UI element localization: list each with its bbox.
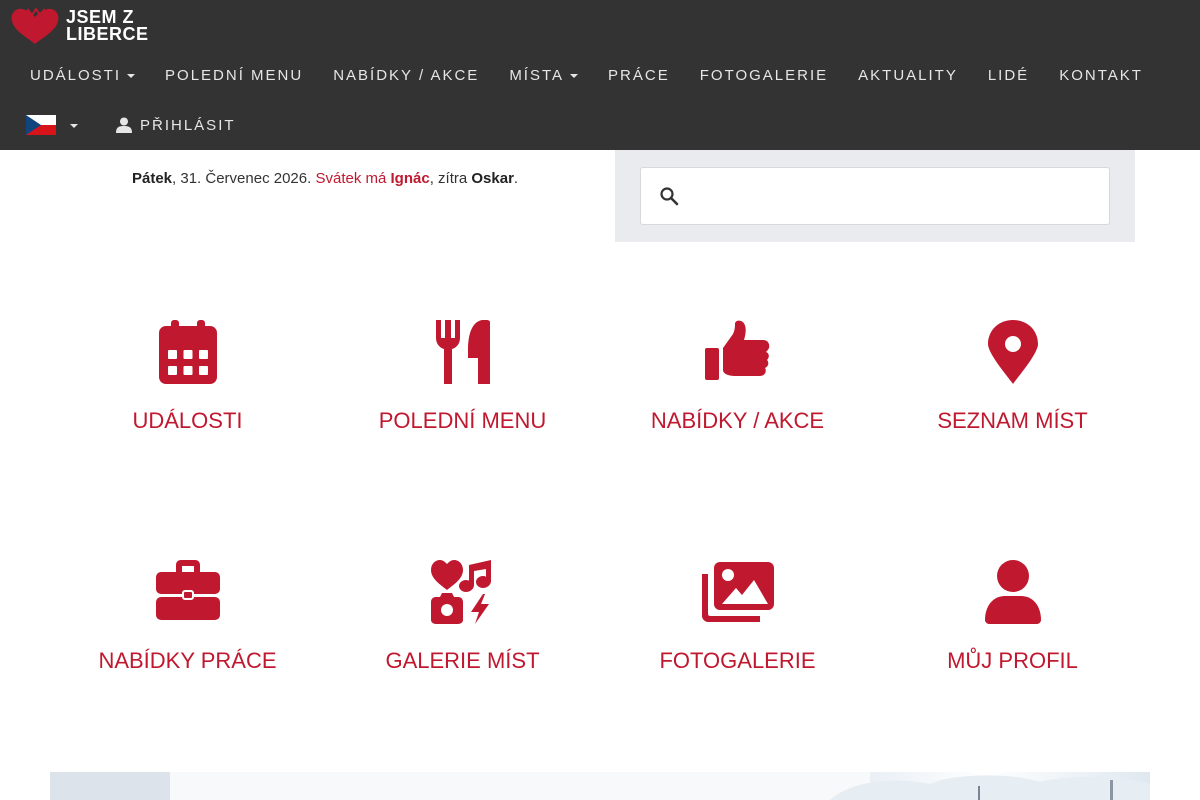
- nameday-prefix: Svátek má: [315, 170, 391, 187]
- thumbs-up-icon: [704, 320, 769, 380]
- nav-item-kontakt[interactable]: KONTAKT: [1044, 67, 1158, 84]
- day-name: Pátek: [132, 170, 173, 187]
- caret-down-icon: [70, 124, 78, 128]
- tile-label: UDÁLOSTI: [132, 408, 243, 433]
- tile-label: MŮJ PROFIL: [947, 648, 1078, 673]
- nameday-tomorrow: Oskar: [471, 170, 514, 187]
- tile-nabidky-prace[interactable]: NABÍDKY PRÁCE: [50, 560, 325, 674]
- tile-label: NABÍDKY / AKCE: [650, 408, 825, 433]
- nav-item-aktuality[interactable]: AKTUALITY: [843, 67, 973, 84]
- heart-logo-icon: [11, 7, 59, 44]
- site-logo[interactable]: JSEM Z LIBERCE: [10, 6, 149, 46]
- search-panel: [615, 150, 1135, 242]
- tile-galerie-mist[interactable]: GALERIE MÍST: [325, 560, 600, 674]
- login-link[interactable]: PŘIHLÁSIT: [116, 117, 236, 134]
- tile-poledni-menu[interactable]: POLEDNÍ MENU: [325, 320, 600, 434]
- info-end: .: [513, 170, 519, 187]
- tile-label: FOTOGALERIE: [659, 648, 816, 673]
- tile-nabidky-akce[interactable]: NABÍDKY / AKCE: [600, 320, 875, 434]
- tile-label: POLEDNÍ MENU: [378, 408, 547, 433]
- tomorrow-prefix: , zítra: [429, 170, 472, 187]
- secondary-nav: PŘIHLÁSIT: [26, 108, 236, 142]
- tile-udalosti[interactable]: UDÁLOSTI: [50, 320, 325, 434]
- language-selector[interactable]: [26, 115, 78, 135]
- nav-item-prace[interactable]: PRÁCE: [593, 67, 685, 84]
- search-box[interactable]: [640, 167, 1110, 225]
- tile-fotogalerie[interactable]: FOTOGALERIE: [600, 560, 875, 674]
- tile-muj-profil[interactable]: MŮJ PROFIL: [875, 560, 1150, 674]
- search-icon[interactable]: [659, 186, 679, 206]
- main-nav: UDÁLOSTI POLEDNÍ MENU NABÍDKY / AKCE MÍS…: [15, 56, 1158, 94]
- search-input[interactable]: [689, 168, 1109, 224]
- caret-down-icon: [570, 74, 579, 78]
- images-icon: [701, 562, 774, 622]
- nav-item-nabidky-akce[interactable]: NABÍDKY / AKCE: [318, 67, 494, 84]
- nameday-today: Ignác: [390, 170, 430, 187]
- czech-flag-icon: [26, 115, 56, 135]
- tile-label: GALERIE MÍST: [385, 648, 540, 673]
- nav-item-lide[interactable]: LIDÉ: [973, 67, 1044, 84]
- banner-photo: [50, 772, 1150, 800]
- nav-item-mista[interactable]: MÍSTA: [494, 67, 593, 84]
- caret-down-icon: [127, 74, 136, 78]
- briefcase-icon: [155, 560, 220, 620]
- logo-text: JSEM Z LIBERCE: [66, 7, 149, 44]
- icons-mix-icon: [430, 560, 491, 624]
- date-text: , 31. Červenec 2026.: [172, 170, 316, 187]
- date-nameday-line: Pátek, 31. Červenec 2026. Svátek má Igná…: [132, 170, 518, 187]
- top-navbar: JSEM Z LIBERCE UDÁLOSTI POLEDNÍ MENU NAB…: [0, 0, 1200, 150]
- tile-label: SEZNAM MÍST: [937, 408, 1088, 433]
- user-icon: [984, 560, 1041, 624]
- hero-banner-image: [50, 772, 1150, 800]
- nav-item-fotogalerie[interactable]: FOTOGALERIE: [685, 67, 843, 84]
- nav-item-udalosti[interactable]: UDÁLOSTI: [15, 67, 150, 84]
- user-icon: [116, 117, 132, 133]
- tile-label: NABÍDKY PRÁCE: [98, 648, 277, 673]
- nav-item-poledni-menu[interactable]: POLEDNÍ MENU: [150, 67, 318, 84]
- map-marker-icon: [987, 320, 1038, 384]
- tile-seznam-mist[interactable]: SEZNAM MÍST: [875, 320, 1150, 434]
- utensils-icon: [435, 320, 490, 384]
- calendar-icon: [158, 320, 217, 384]
